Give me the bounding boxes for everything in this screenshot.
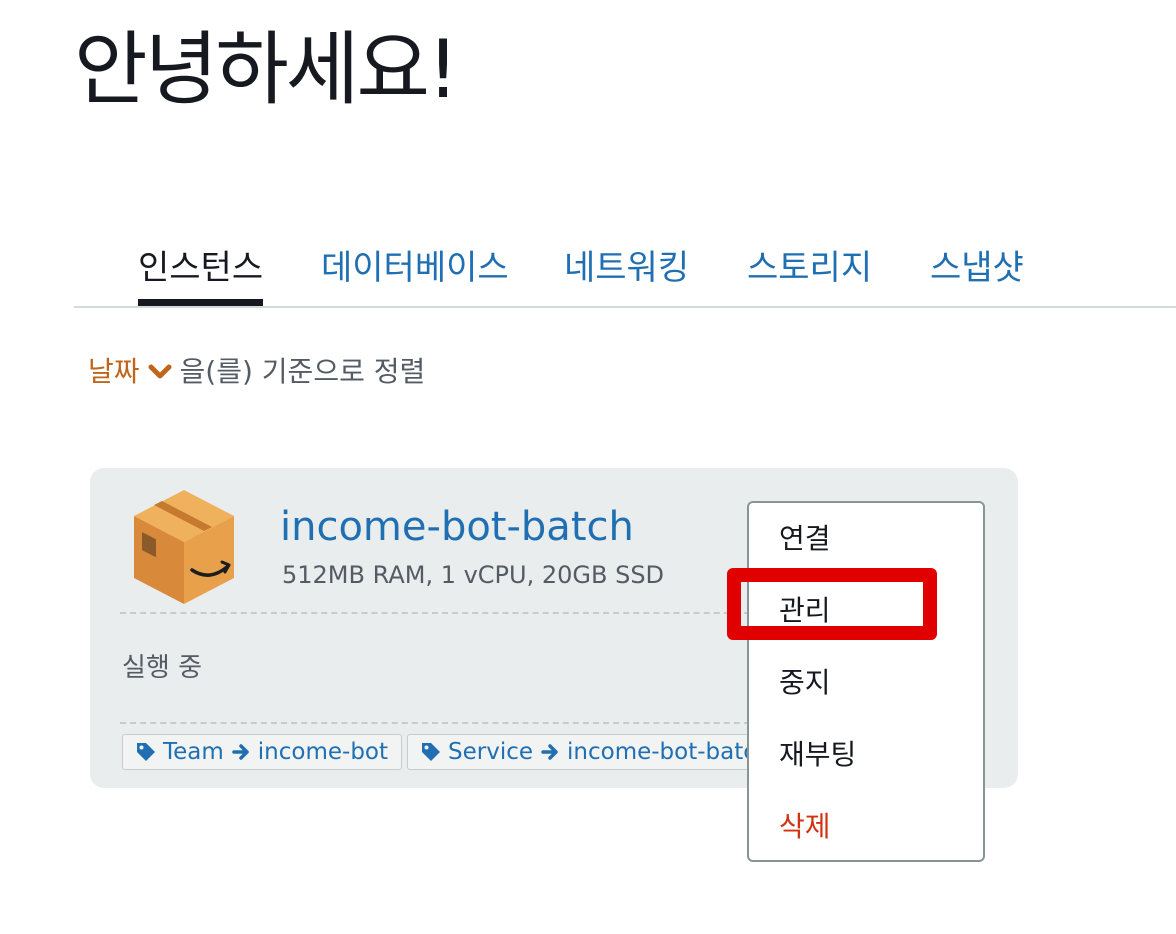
card-divider <box>120 722 760 724</box>
tag-service[interactable]: Service income-bot-batch <box>407 734 767 770</box>
sort-control: 날짜 을(를) 기준으로 정렬 <box>88 352 425 392</box>
tab-snapshots[interactable]: 스냅샷 <box>930 244 1024 306</box>
tag-icon <box>137 743 155 761</box>
tag-key: Team <box>163 739 224 765</box>
tag-value: income-bot-batch <box>567 739 767 765</box>
amazon-box-icon <box>134 490 234 604</box>
menu-item-delete[interactable]: 삭제 <box>779 807 831 847</box>
card-divider <box>120 612 760 614</box>
arrow-right-icon <box>232 744 249 760</box>
lightsail-home-page: 안녕하세요! 인스턴스 데이터베이스 네트워킹 스토리지 스냅샷 날짜 을(를)… <box>0 0 1176 934</box>
tag-key: Service <box>448 739 534 765</box>
menu-item-connect[interactable]: 연결 <box>779 519 831 559</box>
instance-name-link[interactable]: income-bot-batch <box>280 502 634 552</box>
menu-item-reboot[interactable]: 재부팅 <box>779 735 856 775</box>
page-title: 안녕하세요! <box>74 23 459 116</box>
tab-databases[interactable]: 데이터베이스 <box>321 244 509 306</box>
instance-specs: 512MB RAM, 1 vCPU, 20GB SSD <box>282 561 665 589</box>
tab-instances[interactable]: 인스턴스 <box>138 244 264 306</box>
sort-key-label: 날짜 <box>88 355 140 388</box>
tag-icon <box>422 743 440 761</box>
sort-suffix-label: 을(를) 기준으로 정렬 <box>179 355 426 388</box>
arrow-right-icon <box>541 744 558 760</box>
tag-team[interactable]: Team income-bot <box>122 734 402 770</box>
menu-item-manage[interactable]: 관리 <box>779 591 831 631</box>
resource-tabs: 인스턴스 데이터베이스 네트워킹 스토리지 스냅샷 <box>74 244 1176 308</box>
instance-actions-menu: 연결 관리 중지 재부팅 삭제 <box>747 501 985 862</box>
instance-status: 실행 중 <box>122 653 203 683</box>
chevron-down-icon <box>148 364 172 379</box>
tag-value: income-bot <box>257 739 389 765</box>
menu-item-stop[interactable]: 중지 <box>779 663 831 703</box>
sort-key-dropdown[interactable]: 날짜 <box>88 352 180 392</box>
tab-storage[interactable]: 스토리지 <box>747 244 872 306</box>
tab-networking[interactable]: 네트워킹 <box>564 244 689 306</box>
